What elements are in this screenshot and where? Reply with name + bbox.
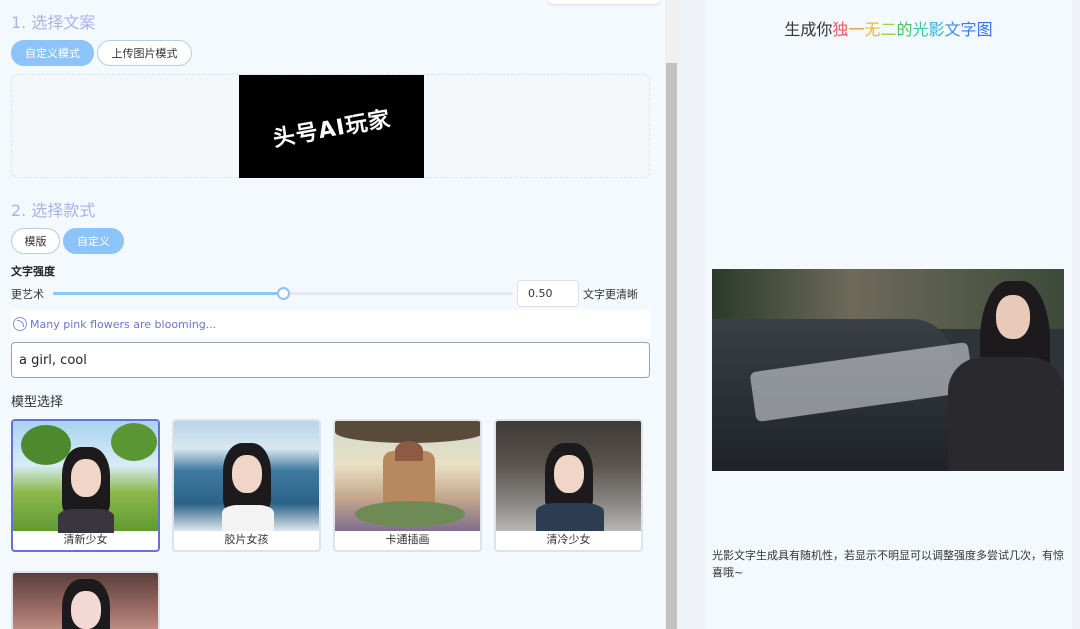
hill-shape — [355, 501, 465, 527]
strength-right-label: 文字更清晰 — [583, 288, 638, 301]
face-shape — [553, 455, 584, 493]
step1-title: 1. 选择文案 — [11, 13, 96, 32]
prompt-input[interactable] — [11, 342, 650, 378]
model-card-film-girl[interactable]: 胶片女孩 — [172, 419, 321, 552]
step2-title: 2. 选择款式 — [11, 201, 96, 220]
shoulder-shape — [536, 503, 604, 531]
title-char: 一 — [848, 20, 865, 39]
result-title-colored: 独一无二的光影文字图 — [832, 20, 992, 39]
strength-slider[interactable] — [53, 287, 513, 300]
face-shape — [231, 455, 262, 493]
roof-shape — [395, 441, 423, 461]
prompt-hint[interactable]: Many pink flowers are blooming... — [11, 310, 650, 338]
panel-divider — [678, 0, 705, 629]
title-char: 二 — [880, 20, 897, 39]
face-shape — [996, 295, 1030, 339]
title-char: 影 — [928, 20, 945, 39]
model-caption: 清新少女 — [63, 533, 108, 546]
prompt-hint-text: Many pink flowers are blooming... — [30, 317, 217, 331]
model-caption: 清冷少女 — [546, 533, 591, 546]
strength-left-label: 更艺术 — [11, 288, 44, 301]
text-preview-label: 头号AI玩家 — [271, 106, 393, 152]
model-select-label: 模型选择 — [11, 395, 64, 410]
title-char: 文 — [944, 20, 961, 39]
strength-value-input[interactable]: 0.50 — [517, 280, 579, 307]
model-card-cartoon-illustration[interactable]: 卡通插画 — [333, 419, 482, 552]
model-thumb-cartoon — [335, 421, 480, 531]
model-card-portrait[interactable] — [11, 571, 160, 629]
custom-style-button[interactable]: 自定义 — [63, 228, 124, 254]
strength-label: 文字强度 — [11, 265, 55, 278]
title-char: 独 — [832, 20, 849, 39]
title-char: 光 — [912, 20, 929, 39]
template-button[interactable]: 模版 — [11, 228, 60, 254]
face-shape — [70, 459, 101, 497]
page: 1. 选择文案 自定义模式 上传图片模式 头号AI玩家 2. 选择款式 模版 自… — [0, 0, 1080, 629]
face-shape — [70, 591, 101, 629]
model-thumb-fresh-girl — [13, 421, 158, 533]
result-title-plain: 生成你 — [784, 20, 833, 39]
left-panel: 1. 选择文案 自定义模式 上传图片模式 头号AI玩家 2. 选择款式 模版 自… — [0, 0, 665, 629]
shoulder-shape — [222, 505, 274, 531]
model-thumb-portrait — [13, 573, 158, 629]
result-title: 生成你独一无二的光影文字图 — [705, 16, 1072, 40]
jacket-shape — [948, 357, 1064, 471]
upload-image-mode-button[interactable]: 上传图片模式 — [97, 40, 192, 66]
text-preview-area: 头号AI玩家 — [11, 74, 650, 178]
tree-shape — [111, 423, 157, 461]
title-char: 图 — [976, 20, 993, 39]
model-thumb-film-girl — [174, 421, 319, 531]
slider-fill — [53, 292, 283, 295]
right-panel: 生成你独一无二的光影文字图 光影文字生成具有随机性，若显示不明显可以调整强度多尝… — [705, 0, 1072, 629]
title-char: 的 — [896, 20, 913, 39]
refresh-icon[interactable] — [13, 317, 27, 331]
model-caption: 卡通插画 — [385, 533, 430, 546]
custom-mode-button[interactable]: 自定义模式 — [11, 40, 94, 66]
model-thumb-cool-girl — [496, 421, 641, 531]
model-card-cool-girl[interactable]: 清冷少女 — [494, 419, 643, 552]
slider-thumb[interactable] — [277, 287, 290, 300]
scrollbar-thumb[interactable] — [666, 63, 677, 629]
tree-shape — [21, 425, 71, 465]
model-card-fresh-girl[interactable]: 清新少女 — [11, 419, 160, 552]
result-note: 光影文字生成具有随机性，若显示不明显可以调整强度多尝试几次，有惊喜哦~ — [712, 549, 1064, 579]
title-char: 无 — [864, 20, 881, 39]
model-caption: 胶片女孩 — [224, 533, 269, 546]
right-edge — [1072, 0, 1080, 629]
text-preview-image: 头号AI玩家 — [239, 75, 424, 178]
arch-shape — [335, 421, 480, 443]
result-image — [712, 269, 1064, 471]
top-edge-card — [548, 0, 660, 4]
title-char: 字 — [960, 20, 977, 39]
